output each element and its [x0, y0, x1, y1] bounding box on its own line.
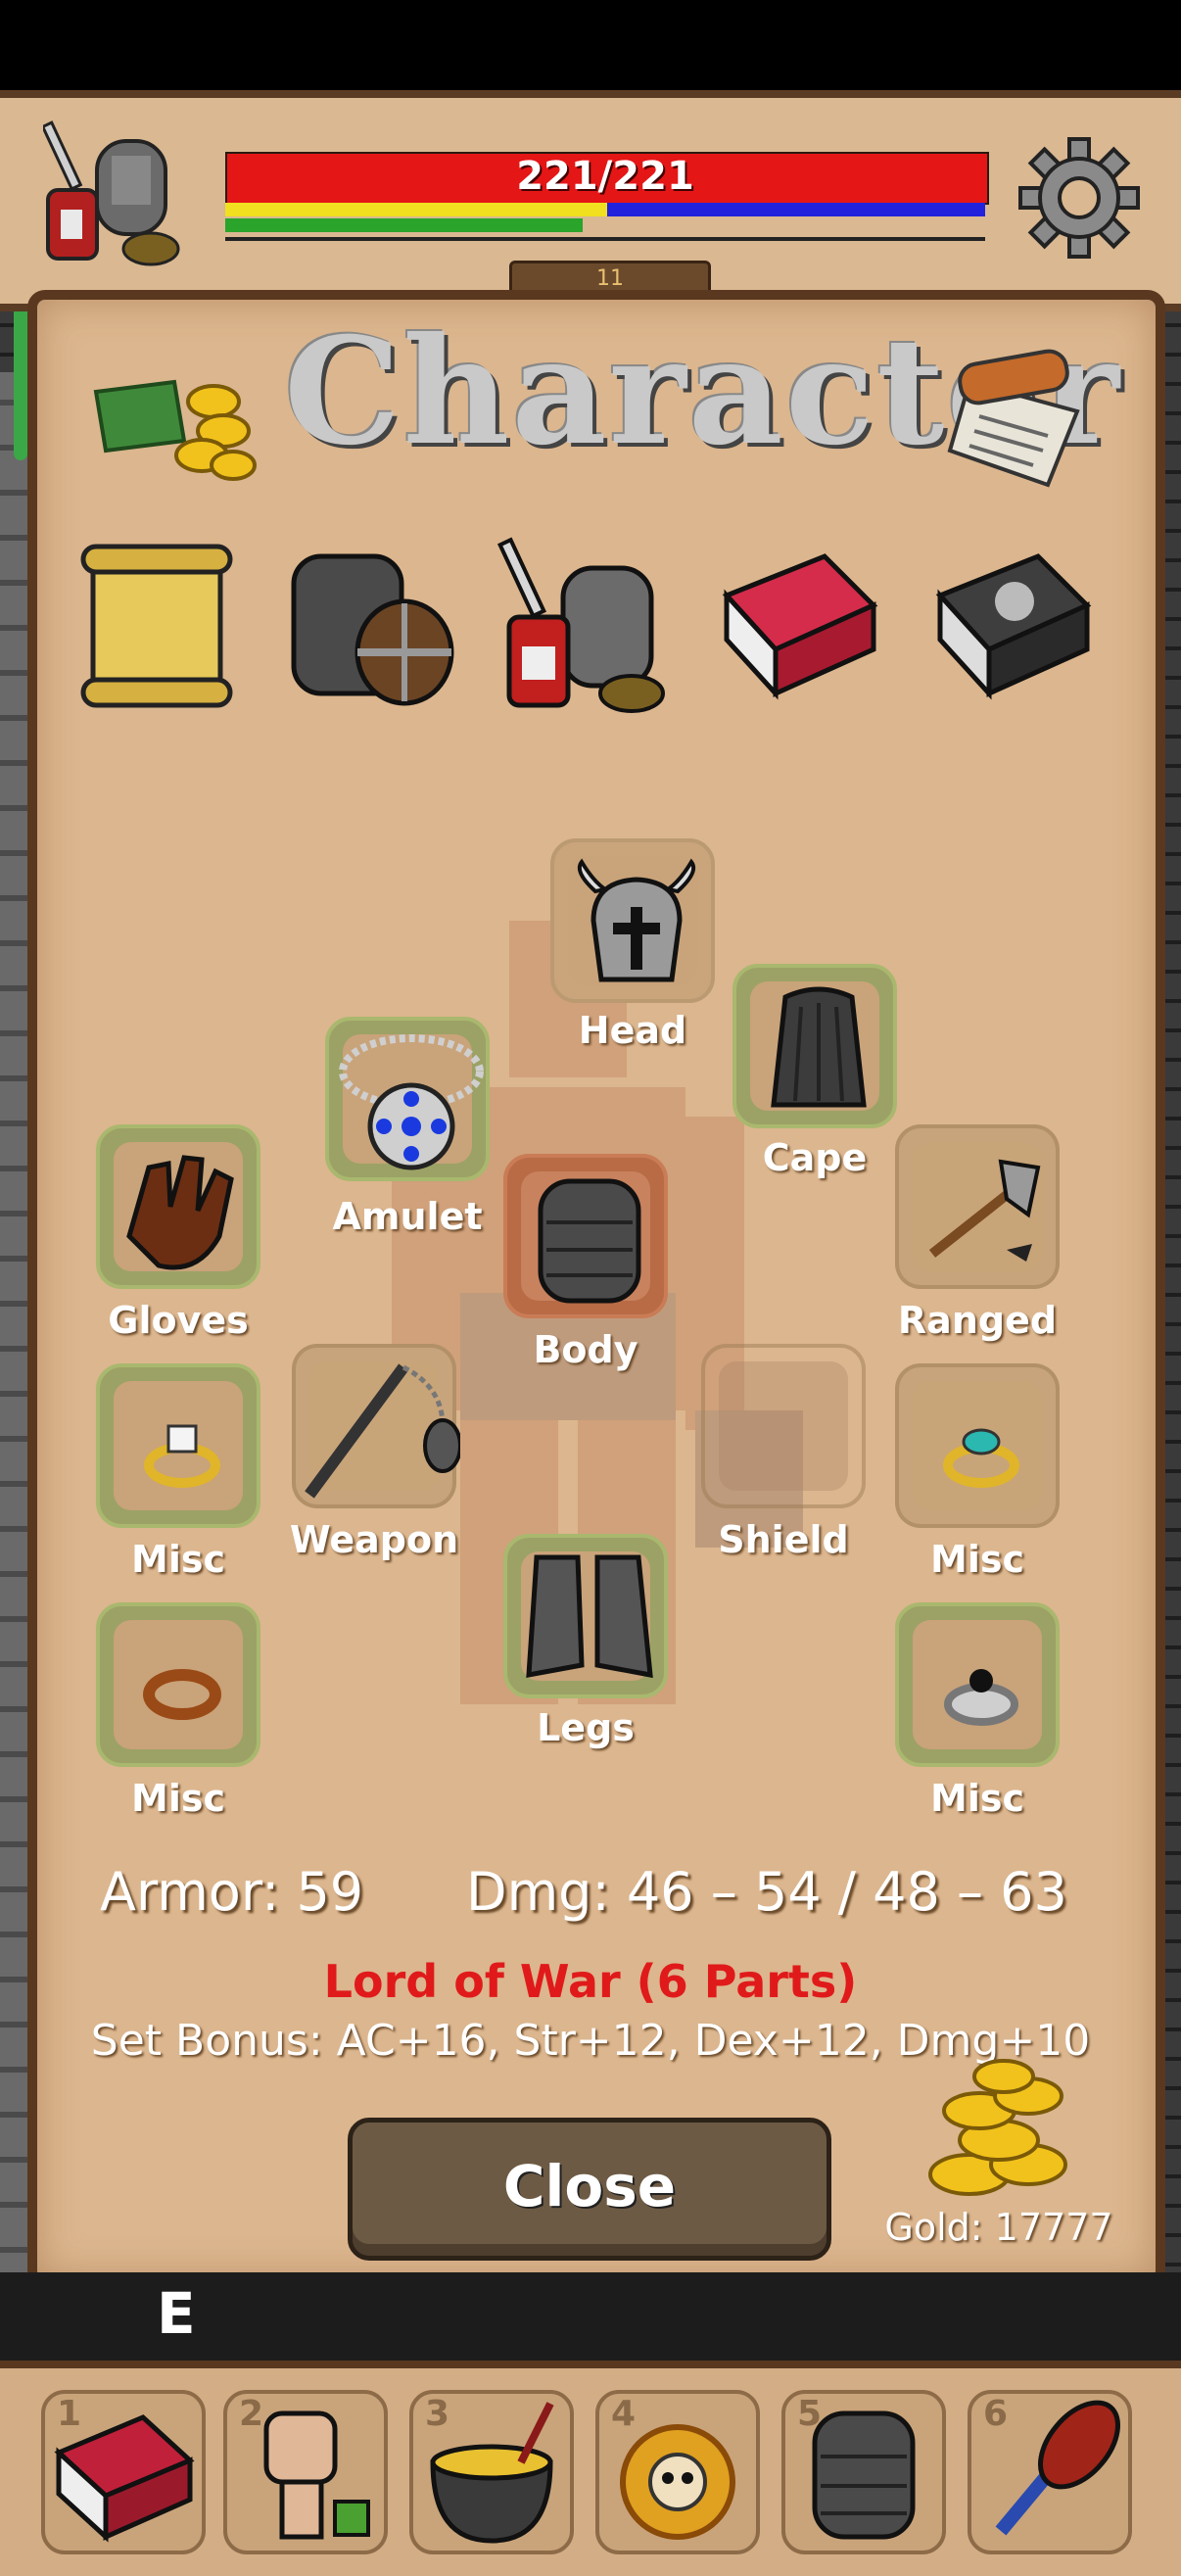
slot-ranged[interactable]	[895, 1124, 1060, 1289]
diamond-ring-icon	[144, 1424, 220, 1488]
slot-amulet[interactable]	[325, 1017, 490, 1181]
character-avatar-icon[interactable]	[40, 112, 190, 268]
hotbar-slot-number: 1	[57, 2394, 82, 2434]
tab-equipment[interactable]	[282, 537, 458, 713]
slot-gloves[interactable]	[96, 1124, 260, 1289]
slot-gloves-label: Gloves	[108, 1299, 249, 1342]
copper-ring-icon	[143, 1669, 221, 1720]
flail-icon	[305, 1363, 460, 1499]
slot-misc-2[interactable]	[895, 1363, 1060, 1528]
panel-title: Character	[284, 306, 1121, 478]
tab-spellbook[interactable]	[707, 537, 883, 713]
slot-misc-2-label: Misc	[930, 1538, 1024, 1581]
slot-cape-label: Cape	[762, 1136, 868, 1179]
hotbar-slot-3[interactable]: 3	[409, 2390, 574, 2554]
hotbar-slot-5[interactable]: 5	[781, 2390, 946, 2554]
hotbar-slot-number: 3	[425, 2394, 450, 2434]
side-tab-edge	[14, 304, 27, 460]
armor-stat: Armor: 59	[100, 1861, 364, 1923]
hotbar-slot-number: 6	[983, 2394, 1009, 2434]
experience-bar-empty	[583, 218, 985, 232]
slot-misc-4[interactable]	[895, 1602, 1060, 1767]
set-name: Lord of War (6 Parts)	[323, 1955, 858, 2008]
gold-coins-icon	[911, 2057, 1077, 2204]
hotbar-slot-6[interactable]: 6	[968, 2390, 1132, 2554]
plate-greaves-icon	[526, 1554, 653, 1679]
health-text: 221/221	[516, 154, 694, 199]
slot-body[interactable]	[503, 1154, 668, 1318]
interact-key-hint: E	[157, 2280, 196, 2347]
slot-misc-4-label: Misc	[930, 1777, 1024, 1820]
sapphire-amulet-icon	[339, 1034, 484, 1170]
slot-shield[interactable]	[701, 1344, 866, 1508]
mana-bar	[607, 203, 985, 216]
tab-quest-scroll[interactable]	[69, 537, 245, 713]
throwing-axe-icon	[928, 1159, 1041, 1262]
stamina-bar	[225, 203, 607, 216]
hotbar-slot-1[interactable]: 1	[41, 2390, 206, 2554]
tab-skills[interactable]	[921, 537, 1097, 713]
slot-cape[interactable]	[732, 964, 897, 1128]
leather-gloves-icon	[126, 1155, 234, 1270]
slot-head-label: Head	[578, 1009, 687, 1052]
slot-misc-1-label: Misc	[131, 1538, 225, 1581]
slot-weapon-label: Weapon	[289, 1518, 459, 1561]
slot-legs-label: Legs	[537, 1706, 635, 1749]
experience-bar	[225, 218, 583, 232]
damage-stat: Dmg: 46 – 54 / 48 – 63	[466, 1861, 1067, 1923]
close-button[interactable]: Close	[348, 2118, 831, 2261]
slot-weapon[interactable]	[292, 1344, 460, 1508]
hotbar-slot-4[interactable]: 4	[595, 2390, 760, 2554]
tab-character[interactable]	[495, 529, 671, 713]
slot-body-label: Body	[533, 1328, 638, 1371]
hotbar-slot-number: 2	[239, 2394, 264, 2434]
settings-gear-icon[interactable]	[1018, 137, 1140, 259]
slot-misc-3[interactable]	[96, 1602, 260, 1767]
turquoise-ring-icon	[943, 1428, 1019, 1488]
bar-divider	[225, 237, 985, 241]
black-cape-icon	[771, 986, 867, 1108]
slot-head[interactable]	[550, 838, 715, 1003]
gold-pile-icon	[86, 362, 262, 490]
hotbar-slot-number: 4	[611, 2394, 637, 2434]
slot-misc-1[interactable]	[96, 1363, 260, 1528]
slot-misc-3-label: Misc	[131, 1777, 225, 1820]
hotbar-slot-2[interactable]: 2	[223, 2390, 388, 2554]
slot-legs[interactable]	[503, 1534, 668, 1698]
plate-armor-icon	[538, 1178, 641, 1304]
hotbar-slot-number: 5	[797, 2394, 823, 2434]
onyx-ring-icon	[944, 1669, 1018, 1726]
horned-helmet-icon	[577, 858, 696, 982]
slot-amulet-label: Amulet	[332, 1195, 483, 1238]
gold-amount: Gold: 17777	[884, 2206, 1113, 2249]
slot-ranged-label: Ranged	[897, 1299, 1058, 1342]
scroll-paper-icon	[940, 343, 1097, 490]
slot-shield-label: Shield	[718, 1518, 849, 1561]
